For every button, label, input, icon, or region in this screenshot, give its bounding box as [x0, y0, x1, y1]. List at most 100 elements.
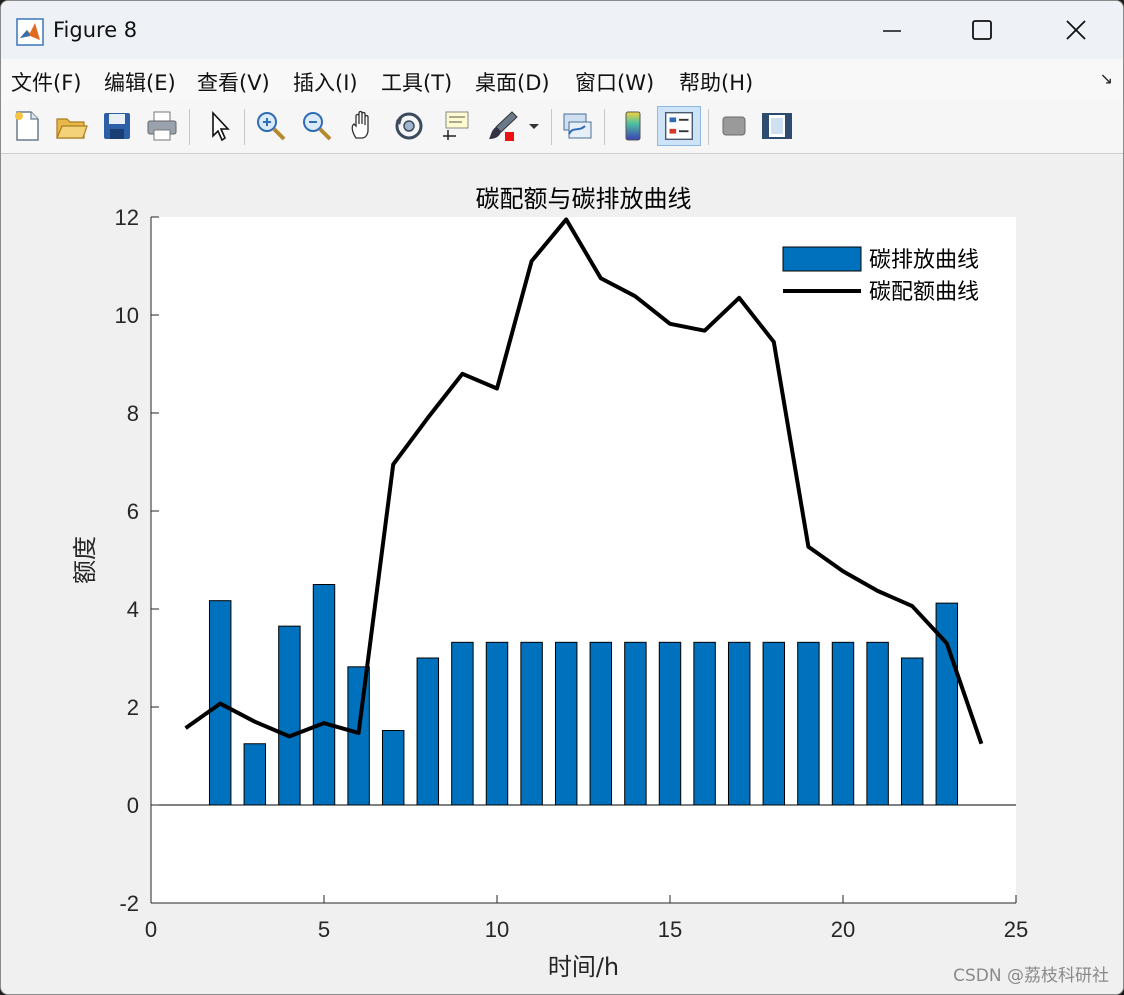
chevron-down-icon	[529, 124, 539, 129]
legend-label-quota: 碳配额曲线	[869, 280, 979, 305]
menu-tools[interactable]: 工具(T)	[381, 67, 452, 97]
minimize-icon	[883, 30, 901, 32]
menu-window[interactable]: 窗口(W)	[575, 67, 654, 97]
y-axis-label: 额度	[71, 536, 99, 584]
save-button[interactable]	[99, 108, 135, 144]
bar-emission	[554, 641, 578, 806]
x-tick-label: 0	[145, 917, 157, 942]
bar-emission	[762, 641, 786, 806]
toolbar-separator	[189, 109, 190, 145]
window-title: Figure 8	[53, 18, 138, 42]
x-tick-label: 15	[658, 917, 682, 942]
bar-emission	[624, 641, 647, 806]
legend-icon	[664, 111, 694, 141]
menu-insert[interactable]: 插入(I)	[293, 67, 358, 97]
y-tick-label: 10	[115, 303, 139, 328]
bar-emission	[243, 743, 267, 806]
y-tick-label: 12	[115, 205, 139, 230]
print-icon	[147, 111, 177, 141]
y-tick-label: 8	[127, 401, 139, 426]
minimize-button[interactable]	[869, 13, 915, 49]
menu-bar: 文件(F) 编辑(E) 查看(V) 插入(I) 工具(T) 桌面(D) 窗口(W…	[1, 59, 1123, 102]
show-plot-tools-icon	[762, 113, 792, 139]
menu-help[interactable]: 帮助(H)	[679, 67, 753, 97]
bar-emission	[278, 625, 301, 806]
menu-file[interactable]: 文件(F)	[11, 67, 81, 97]
bar-emission	[831, 641, 855, 806]
bar-emission	[693, 641, 716, 806]
bar-emission	[589, 641, 613, 806]
colorbar-icon	[625, 111, 641, 141]
figure-canvas-area: -2 0 2 4 6 8 10 12 0 5 10 15 20 25 碳配额与碳排放曲线 时间/h 额度 碳排放曲…	[1, 154, 1123, 994]
menu-desktop[interactable]: 桌面(D)	[475, 67, 550, 97]
show-plot-tools-button[interactable]	[759, 108, 795, 144]
close-button[interactable]	[1053, 13, 1099, 49]
title-bar[interactable]: Figure 8	[1, 1, 1123, 59]
legend-button[interactable]	[657, 106, 701, 146]
watermark-text: CSDN @荔枝科研社	[953, 966, 1109, 986]
colorbar-button[interactable]	[615, 108, 651, 144]
y-tick-label: 2	[127, 695, 139, 720]
hide-plot-tools-icon	[722, 116, 746, 136]
zoom-in-icon	[257, 112, 286, 141]
menu-view[interactable]: 查看(V)	[197, 67, 270, 97]
matlab-logo-icon	[16, 18, 44, 46]
bar-emission	[900, 657, 924, 806]
zoom-in-button[interactable]	[253, 108, 289, 144]
maximize-icon	[972, 20, 992, 40]
x-tick-label: 20	[831, 917, 855, 942]
menu-edit[interactable]: 编辑(E)	[104, 67, 176, 97]
open-file-icon	[56, 118, 88, 139]
bar-emission	[312, 584, 336, 806]
y-tick-label: 0	[127, 793, 139, 818]
x-tick-label: 10	[485, 917, 509, 942]
open-file-button[interactable]	[53, 108, 89, 144]
close-icon	[1066, 20, 1086, 40]
toolbar-separator	[244, 109, 245, 145]
x-tick-label: 25	[1004, 917, 1028, 942]
pan-hand-icon	[351, 110, 369, 139]
bar-emission	[416, 657, 440, 806]
data-cursor-icon	[443, 111, 469, 140]
y-tick-label: 4	[127, 597, 139, 622]
zoom-out-button[interactable]	[299, 108, 335, 144]
brush-icon	[489, 111, 518, 141]
new-figure-button[interactable]	[9, 108, 45, 144]
bar-emission	[451, 641, 474, 806]
pan-button[interactable]	[346, 108, 382, 144]
link-plot-button[interactable]	[559, 108, 595, 144]
x-axis-label: 时间/h	[548, 953, 619, 981]
legend-swatch-emission	[782, 246, 862, 272]
y-tick-label: 6	[127, 499, 139, 524]
legend-label-emission: 碳排放曲线	[869, 248, 979, 273]
rotate-3d-icon	[395, 112, 423, 140]
hide-plot-tools-button[interactable]	[716, 108, 752, 144]
dock-arrow-icon[interactable]: ↘	[1100, 69, 1113, 88]
new-figure-icon	[15, 111, 39, 141]
toolbar-separator	[604, 109, 605, 145]
brush-button[interactable]	[485, 108, 521, 144]
link-plot-icon	[563, 113, 592, 139]
bar-emission	[797, 641, 820, 806]
figure-window: Figure 8 文件(F) 编辑(E) 查看(V) 插入(I) 工具(T) 桌…	[0, 0, 1124, 995]
bar-emission	[520, 641, 543, 806]
toolbar-separator	[708, 109, 709, 145]
rotate-3d-button[interactable]	[391, 108, 427, 144]
y-tick-label: -2	[119, 891, 139, 916]
figure-toolbar	[1, 101, 1123, 154]
x-tick-label: 5	[318, 917, 330, 942]
save-icon	[104, 113, 130, 139]
bar-emission	[866, 641, 889, 806]
bar-emission	[727, 641, 751, 806]
chart-canvas: -20246810120 5 10 15 20 25碳配额与碳排放曲线时间/h额度碳排放曲…	[71, 185, 1028, 981]
data-cursor-button[interactable]	[438, 108, 474, 144]
brush-dropdown-button[interactable]	[523, 108, 545, 144]
chart-title: 碳配额与碳排放曲线	[476, 185, 692, 213]
zoom-out-icon	[303, 112, 332, 141]
bar-emission	[658, 641, 682, 806]
print-button[interactable]	[144, 108, 180, 144]
bar-emission	[485, 641, 509, 806]
maximize-button[interactable]	[959, 13, 1005, 49]
toolbar-separator	[551, 109, 552, 145]
select-button[interactable]	[201, 108, 237, 144]
